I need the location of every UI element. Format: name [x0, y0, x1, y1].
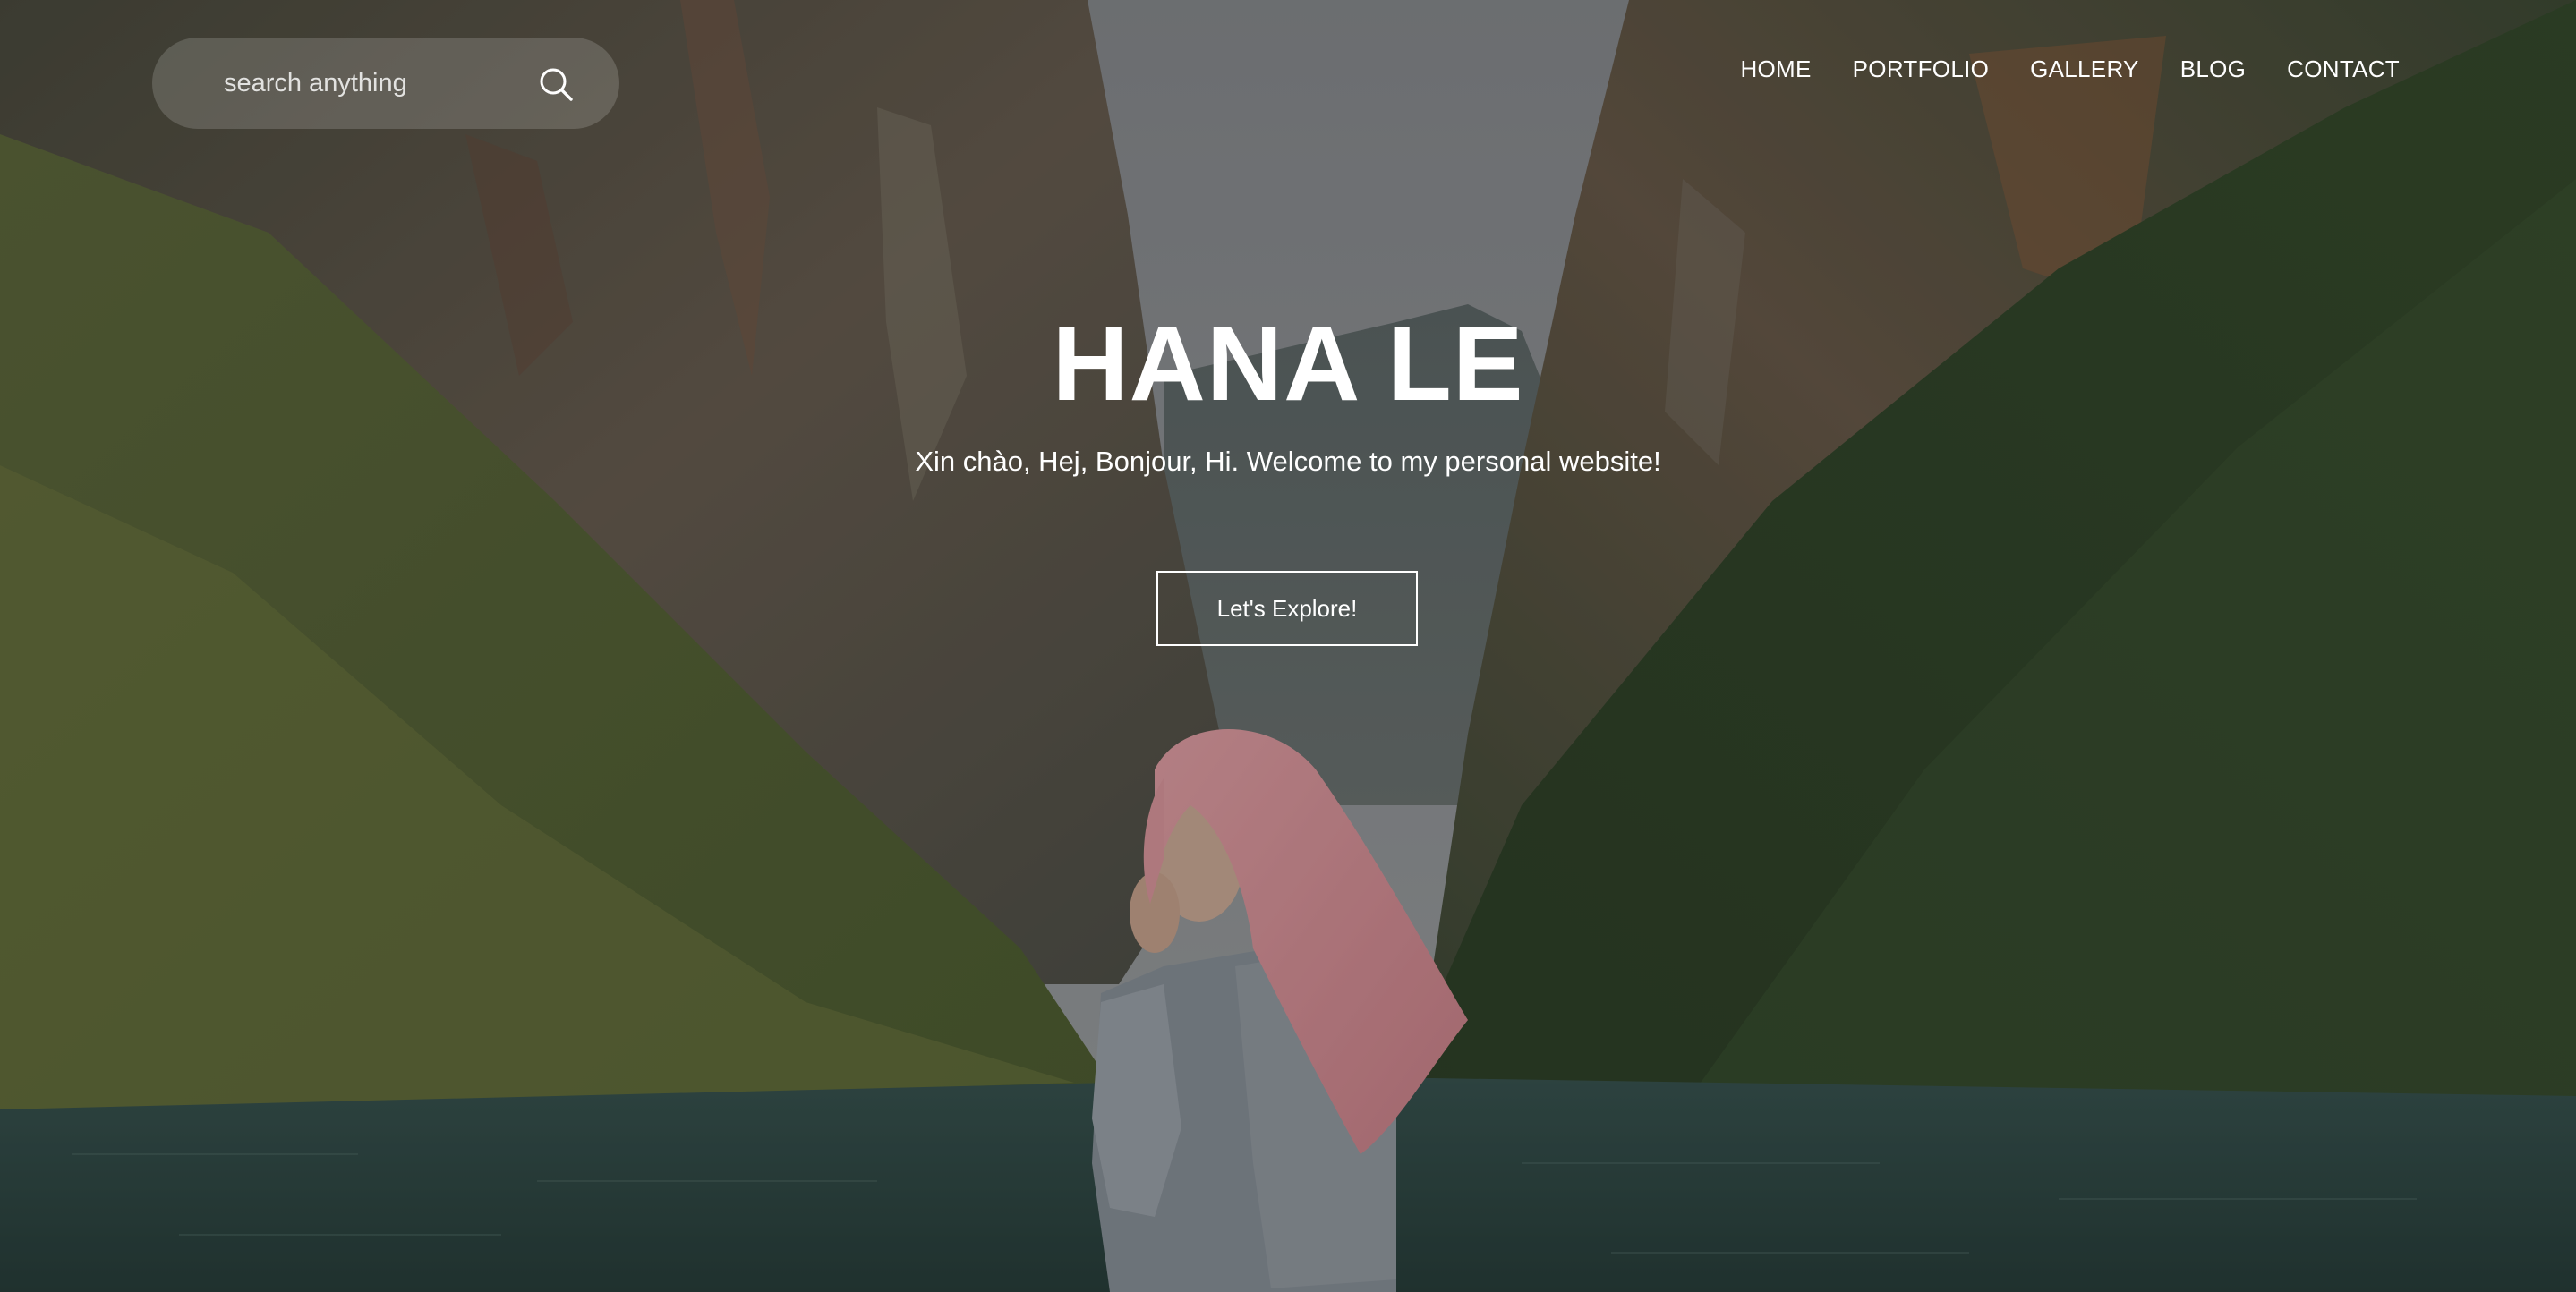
nav-link-blog[interactable]: BLOG — [2180, 55, 2246, 83]
nav-link-portfolio[interactable]: PORTFOLIO — [1853, 55, 1989, 83]
nav-link-contact[interactable]: CONTACT — [2287, 55, 2400, 83]
search-icon[interactable] — [537, 65, 575, 103]
search-input[interactable] — [224, 61, 528, 106]
hero-title: HANA LE — [1052, 305, 1524, 423]
nav-link-home[interactable]: HOME — [1740, 55, 1811, 83]
nav-link-gallery[interactable]: GALLERY — [2030, 55, 2139, 83]
main-navigation: HOME PORTFOLIO GALLERY BLOG CONTACT — [1740, 55, 2400, 83]
hero-background-image — [0, 0, 2576, 1292]
hero-subtitle: Xin chào, Hej, Bonjour, Hi. Welcome to m… — [915, 446, 1661, 477]
background-dim-overlay — [0, 0, 2576, 1292]
search-box — [152, 38, 619, 129]
explore-button[interactable]: Let's Explore! — [1156, 571, 1418, 646]
